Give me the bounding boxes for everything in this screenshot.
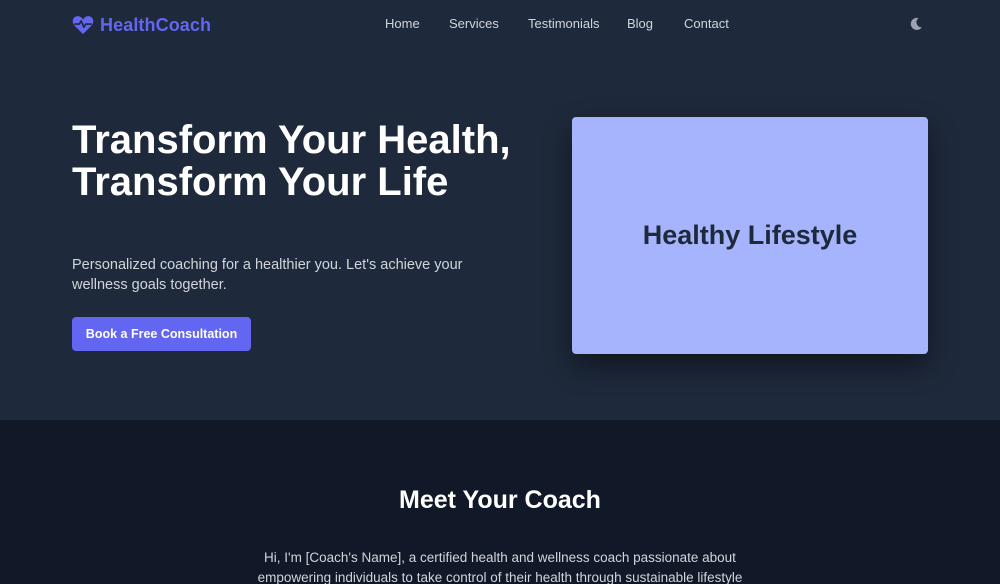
main-nav: Home Services Testimonials Blog Contact (0, 16, 1000, 36)
page: HealthCoach Home Services Testimonials B… (0, 0, 1000, 584)
nav-link-home[interactable]: Home (385, 16, 420, 31)
nav-link-contact[interactable]: Contact (684, 16, 729, 31)
nav-link-services[interactable]: Services (449, 16, 499, 31)
about-text: Hi, I'm [Coach's Name], a certified heal… (257, 550, 743, 584)
book-consultation-button[interactable]: Book a Free Consultation (72, 317, 251, 351)
nav-link-testimonials[interactable]: Testimonials (528, 16, 600, 31)
hero-section: Transform Your Health, Transform Your Li… (0, 50, 1000, 420)
site-header: HealthCoach Home Services Testimonials B… (0, 0, 1000, 50)
theme-toggle-button[interactable] (908, 16, 924, 32)
about-title: Meet Your Coach (399, 486, 601, 514)
hero-image-placeholder: Healthy Lifestyle (572, 117, 928, 354)
hero-title: Transform Your Health, Transform Your Li… (72, 118, 511, 204)
about-section: Meet Your Coach Hi, I'm [Coach's Name], … (0, 420, 1000, 584)
moon-icon (908, 17, 924, 36)
hero-image-label: Healthy Lifestyle (642, 220, 858, 250)
nav-link-blog[interactable]: Blog (627, 16, 653, 31)
hero-subtitle: Personalized coaching for a healthier yo… (72, 257, 463, 293)
